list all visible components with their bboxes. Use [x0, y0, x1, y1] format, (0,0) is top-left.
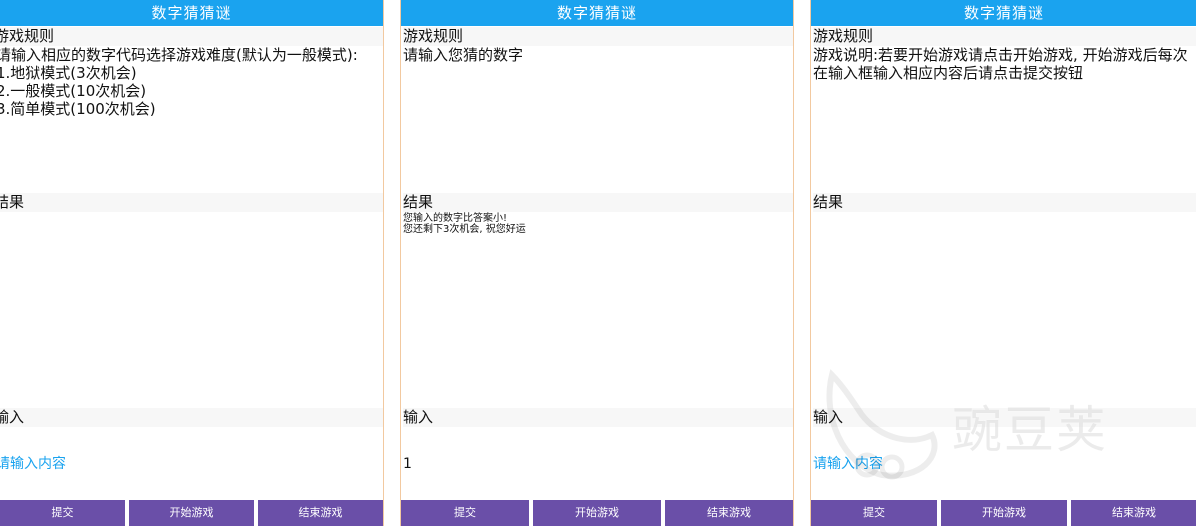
rules-heading: 游戏规则	[813, 27, 1196, 46]
guess-input[interactable]	[0, 453, 377, 475]
button-bar: 提交 开始游戏 结束游戏	[401, 500, 793, 526]
screen-panel-2: 数字猜猜谜 游戏规则 请输入您猜的数字 结果 您输入的数字比答案小! 您还剩下3…	[400, 0, 794, 526]
end-game-button[interactable]: 结束游戏	[1071, 500, 1196, 526]
start-game-button[interactable]: 开始游戏	[129, 500, 254, 526]
screen-panel-1: 数字猜猜谜 游戏规则 请输入相应的数字代码选择游戏难度(默认为一般模式): 1.…	[0, 0, 384, 526]
result-heading: 结果	[403, 193, 793, 212]
start-game-button[interactable]: 开始游戏	[941, 500, 1067, 526]
input-heading: 输入	[813, 408, 1196, 427]
submit-button[interactable]: 提交	[811, 500, 937, 526]
end-game-button[interactable]: 结束游戏	[258, 500, 383, 526]
guess-input[interactable]	[403, 453, 787, 475]
app-title-bar: 数字猜猜谜	[401, 0, 793, 26]
submit-button[interactable]: 提交	[401, 500, 529, 526]
input-heading: 输入	[403, 408, 793, 427]
button-bar: 提交 开始游戏 结束游戏	[0, 500, 383, 526]
rules-text: 游戏说明:若要开始游戏请点击开始游戏, 开始游戏后每次在输入框输入相应内容后请点…	[813, 46, 1188, 82]
rules-text: 请输入相应的数字代码选择游戏难度(默认为一般模式): 1.地狱模式(3次机会) …	[0, 46, 358, 118]
guess-input[interactable]	[813, 453, 1191, 475]
screen-panel-3: 数字猜猜谜 游戏规则 游戏说明:若要开始游戏请点击开始游戏, 开始游戏后每次在输…	[810, 0, 1196, 526]
button-bar: 提交 开始游戏 结束游戏	[811, 500, 1196, 526]
rules-heading: 游戏规则	[403, 27, 793, 46]
start-game-button[interactable]: 开始游戏	[533, 500, 661, 526]
end-game-button[interactable]: 结束游戏	[665, 500, 793, 526]
rules-text: 请输入您猜的数字	[403, 46, 524, 64]
result-text: 您输入的数字比答案小! 您还剩下3次机会, 祝您好运	[403, 213, 526, 235]
result-heading: 结果	[0, 193, 383, 212]
rules-heading: 游戏规则	[0, 27, 383, 46]
result-heading: 结果	[813, 193, 1196, 212]
input-heading: 输入	[0, 408, 383, 427]
submit-button[interactable]: 提交	[0, 500, 125, 526]
app-title-bar: 数字猜猜谜	[0, 0, 383, 26]
app-title-bar: 数字猜猜谜	[811, 0, 1196, 26]
